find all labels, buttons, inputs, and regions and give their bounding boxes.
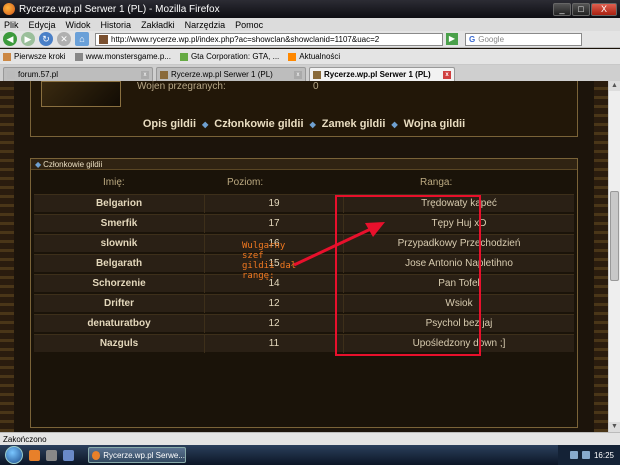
menu-pomoc[interactable]: Pomoc (235, 20, 263, 30)
minimize-button[interactable]: _ (553, 2, 571, 16)
annotation-arrow-icon (293, 222, 385, 267)
bookmark-item[interactable]: Aktualności (288, 52, 340, 61)
tab-favicon-icon (7, 70, 15, 79)
stop-icon[interactable]: ✕ (57, 32, 71, 46)
menu-plik[interactable]: Plik (4, 20, 19, 30)
close-button[interactable]: X (591, 2, 617, 16)
search-input[interactable]: G Google (465, 32, 582, 46)
menu-zakladki[interactable]: Zakładki (141, 20, 175, 30)
bookmarks-toolbar: Pierwsze kroki www.monstersgame.p... Gta… (0, 49, 620, 65)
start-button[interactable] (5, 446, 23, 464)
tab-close-icon[interactable]: x (141, 70, 149, 79)
rss-icon (288, 52, 297, 61)
tab-label: Rycerze.wp.pl Serwer 1 (PL) (324, 70, 431, 79)
bookmark-item[interactable]: Gta Corporation: GTA, ... (179, 52, 279, 61)
taskbar: Rycerze.wp.pl Serwe... 16:25 (0, 445, 620, 465)
page-scrollbar[interactable]: ▲ ▼ (608, 81, 620, 432)
menu-historia[interactable]: Historia (101, 20, 132, 30)
scroll-thumb[interactable] (610, 191, 619, 281)
scroll-up-icon[interactable]: ▲ (609, 81, 620, 91)
tab-strip: forum.57.pl x Rycerze.wp.pl Serwer 1 (PL… (0, 65, 620, 81)
window-titlebar: Rycerze.wp.pl Serwer 1 (PL) - Mozilla Fi… (0, 0, 620, 18)
bookmark-item[interactable]: www.monstersgame.p... (74, 52, 171, 61)
address-bar[interactable]: http://www.rycerze.wp.pl/index.php?ac=sh… (95, 32, 443, 46)
search-placeholder: Google (478, 34, 505, 44)
site-favicon-icon (99, 34, 108, 44)
menu-bar: Plik Edycja Widok Historia Zakładki Narz… (0, 18, 620, 31)
bookmark-icon (3, 52, 11, 61)
firefox-icon (3, 3, 15, 15)
bookmark-icon (179, 52, 188, 61)
status-bar: Zakończono (0, 432, 620, 445)
tab-forum[interactable]: forum.57.pl x (3, 67, 153, 81)
home-icon[interactable]: ⌂ (75, 32, 89, 46)
back-icon[interactable]: ◀ (3, 32, 17, 46)
volume-icon[interactable] (581, 451, 590, 459)
go-icon[interactable]: ▶ (446, 33, 458, 45)
url-text: http://www.rycerze.wp.pl/index.php?ac=sh… (111, 34, 380, 44)
taskbar-item-firefox[interactable]: Rycerze.wp.pl Serwe... (88, 447, 186, 463)
search-engine-icon[interactable]: G (469, 35, 475, 44)
scroll-down-icon[interactable]: ▼ (609, 422, 620, 432)
menu-edycja[interactable]: Edycja (29, 20, 56, 30)
navigation-toolbar: ◀ ▶ ↻ ✕ ⌂ http://www.rycerze.wp.pl/index… (0, 31, 620, 48)
clock[interactable]: 16:25 (594, 451, 614, 460)
firefox-quicklaunch-icon[interactable] (29, 449, 40, 461)
network-icon[interactable] (569, 451, 578, 459)
tab-close-icon[interactable]: x (294, 70, 302, 79)
firefox-icon (92, 450, 101, 460)
menu-widok[interactable]: Widok (66, 20, 91, 30)
system-tray: 16:25 (558, 445, 620, 465)
bookmark-icon (74, 52, 83, 61)
maximize-button[interactable]: □ (572, 2, 590, 16)
quicklaunch-icon[interactable] (46, 449, 57, 461)
window-title: Rycerze.wp.pl Serwer 1 (PL) - Mozilla Fi… (19, 3, 220, 15)
tab-favicon-icon (313, 70, 321, 79)
tab-rycerze-2[interactable]: Rycerze.wp.pl Serwer 1 (PL) x (309, 67, 455, 81)
tab-label: Rycerze.wp.pl Serwer 1 (PL) (171, 70, 273, 79)
show-desktop-icon[interactable] (63, 449, 74, 461)
page-content: Wojen przegranych: 0 Opis gildii ◆ Człon… (0, 81, 608, 432)
tab-rycerze-1[interactable]: Rycerze.wp.pl Serwer 1 (PL) x (156, 67, 306, 81)
tab-label: forum.57.pl (18, 70, 59, 79)
tab-close-icon[interactable]: x (443, 70, 451, 79)
reload-icon[interactable]: ↻ (39, 32, 53, 46)
forward-icon[interactable]: ▶ (21, 32, 35, 46)
menu-narzedzia[interactable]: Narzędzia (185, 20, 226, 30)
tab-favicon-icon (160, 70, 168, 79)
bookmark-item[interactable]: Pierwsze kroki (3, 52, 66, 61)
